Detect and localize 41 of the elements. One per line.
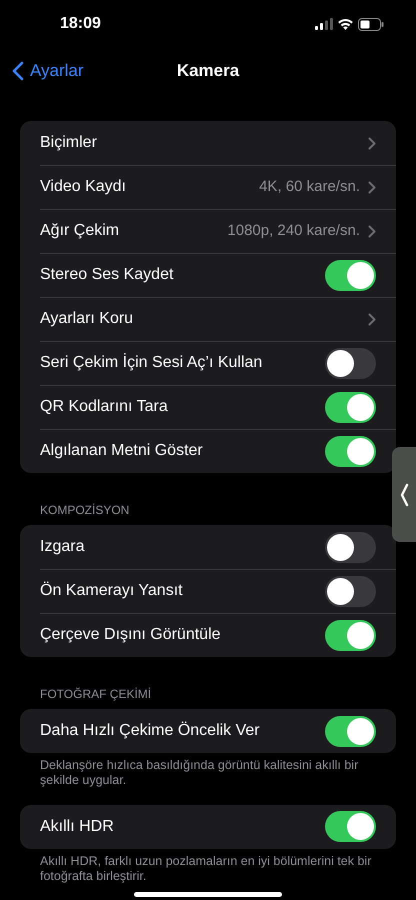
toggle-switch[interactable] <box>325 716 376 746</box>
toggle-switch[interactable] <box>325 576 376 606</box>
back-chevron-icon <box>12 61 24 81</box>
chevron-icon <box>400 482 408 506</box>
section-header: KOMPOZİSYON <box>39 502 130 519</box>
row-label: Stereo Ses Kaydet <box>40 265 174 285</box>
status-time: 18:09 <box>60 14 101 34</box>
row-value: 1080p, 240 kare/sn. <box>227 220 360 241</box>
row-label: Algılanan Metni Göster <box>40 441 203 461</box>
row-value: 4K, 60 kare/sn. <box>259 176 360 197</box>
back-button[interactable]: Ayarlar <box>0 58 84 84</box>
toggle-switch[interactable] <box>325 436 376 466</box>
row-label: Akıllı HDR <box>40 816 114 836</box>
row-label: Izgara <box>40 537 84 557</box>
row-label: Video Kaydı <box>40 177 126 197</box>
chevron-icon <box>368 312 376 326</box>
toggle-switch[interactable] <box>325 532 376 562</box>
row-label: Ağır Çekim <box>40 221 120 241</box>
side-handle[interactable] <box>392 447 416 542</box>
row-label: Ayarları Koru <box>40 309 134 329</box>
row-label: Daha Hızlı Çekime Öncelik Ver <box>40 720 260 741</box>
toggle-switch[interactable] <box>325 348 376 378</box>
row-label: Ön Kamerayı Yansıt <box>40 580 183 601</box>
section-footer: Akıllı HDR, farklı uzun pozlamaların en iyi bölümlerini tek bir fotoğrafta birleştirir. <box>0 854 416 884</box>
section-header: FOTOĞRAF ÇEKİMİ <box>39 686 152 703</box>
row-label: Biçimler <box>40 133 97 153</box>
row-label: QR Kodlarını Tara <box>40 397 168 417</box>
wifi-icon <box>337 18 354 30</box>
row-label: Seri Çekim İçin Sesi Aç’ı Kullan <box>40 352 262 373</box>
toggle-switch[interactable] <box>325 392 376 422</box>
battery-icon <box>358 18 384 30</box>
toggle-switch[interactable] <box>325 260 376 290</box>
chevron-icon <box>368 224 376 238</box>
page-title: Kamera <box>176 60 240 82</box>
chevron-icon <box>368 136 376 150</box>
toggle-switch[interactable] <box>325 811 376 842</box>
section-footer: Deklanşöre hızlıca basıldığında görüntü kalitesini akıllı bir şekilde uygular. <box>0 758 416 788</box>
toggle-switch[interactable] <box>325 620 376 650</box>
signal-icon <box>315 18 333 30</box>
chevron-icon <box>368 180 376 194</box>
row-label: Çerçeve Dışını Görüntüle <box>40 625 221 645</box>
